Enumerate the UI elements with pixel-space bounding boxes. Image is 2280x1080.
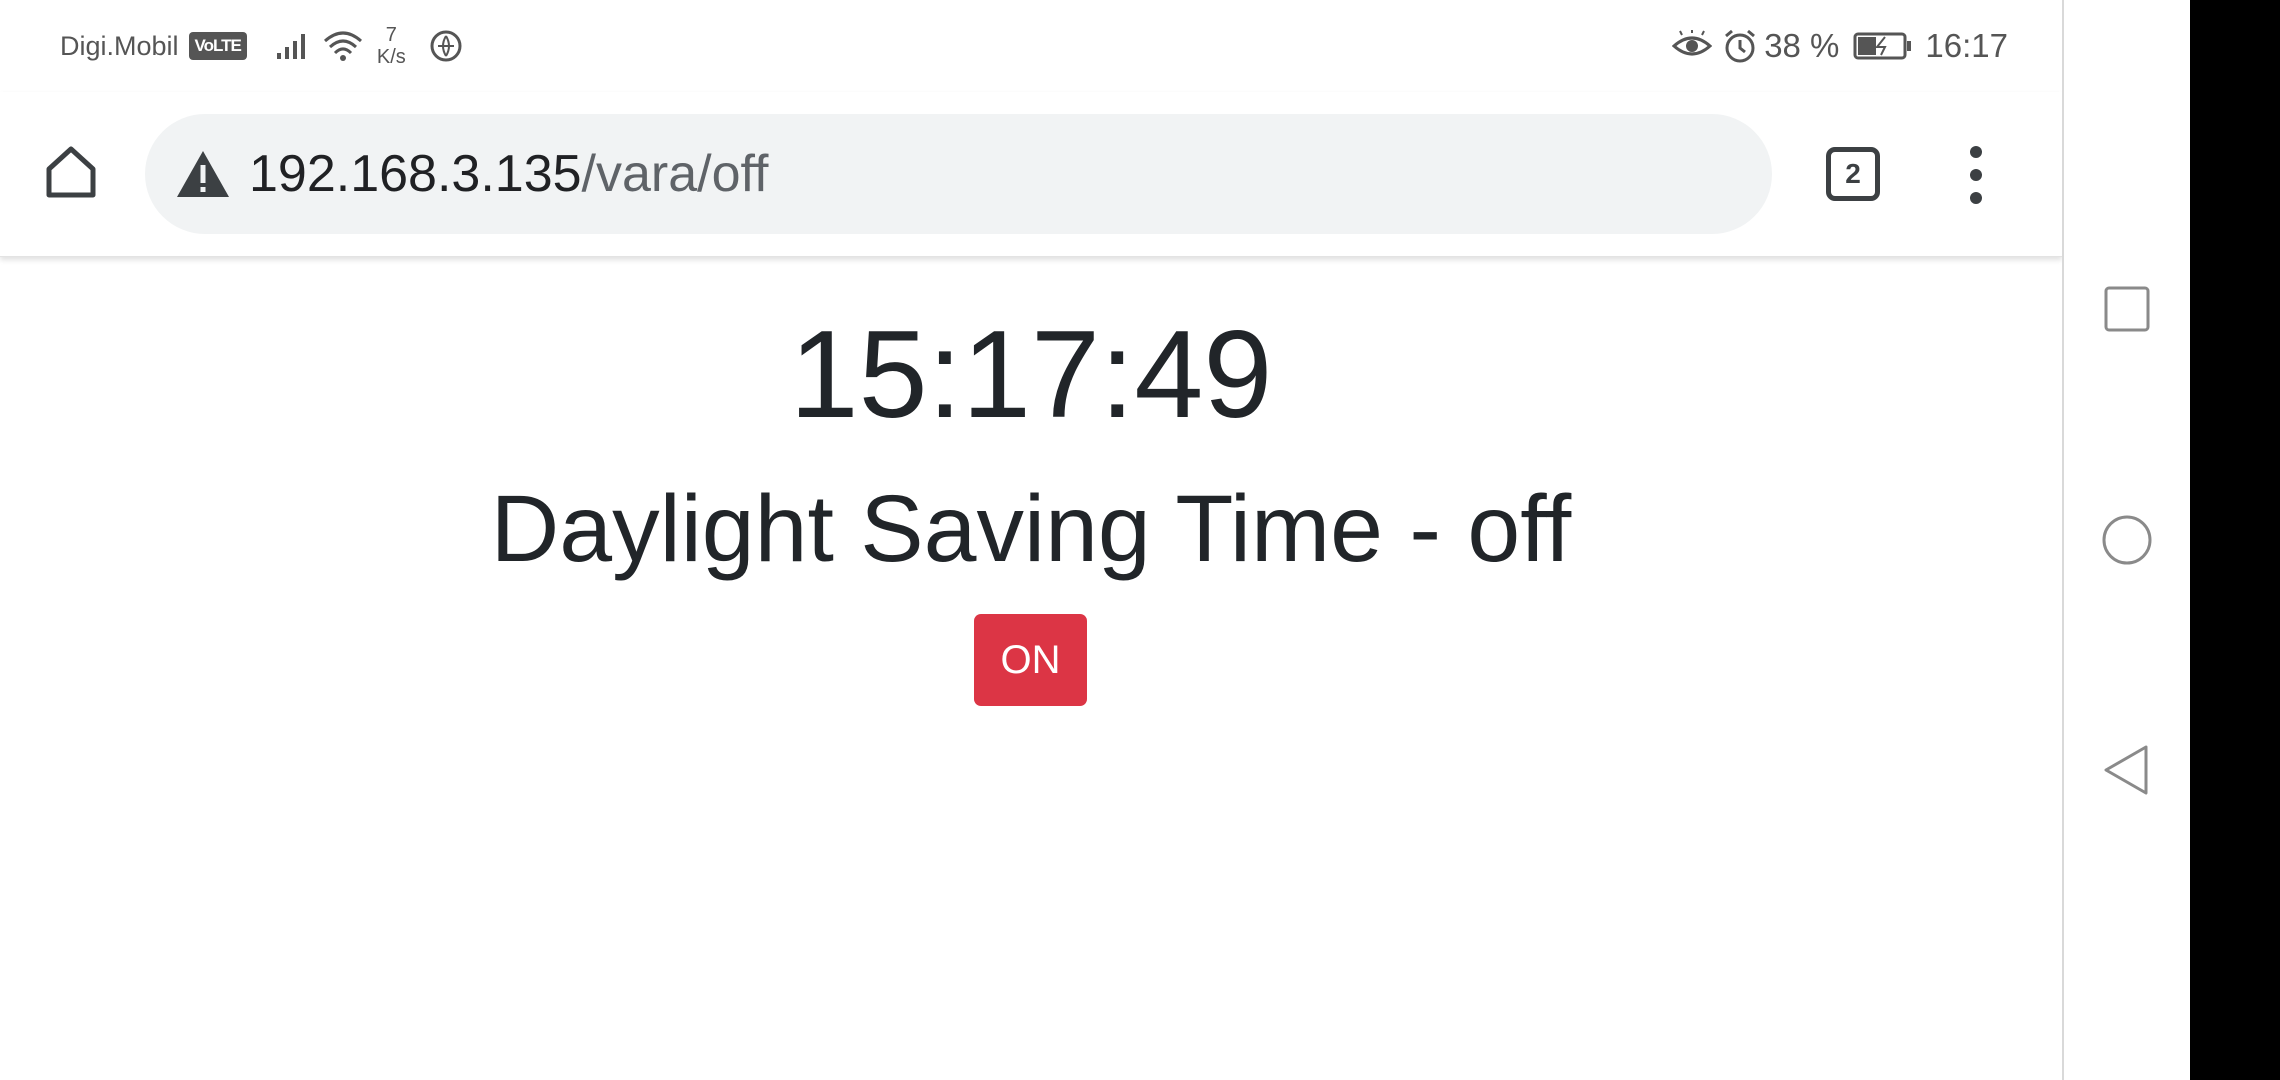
dst-heading: Daylight Saving Time - off (490, 476, 1572, 582)
browser-toolbar: 192.168.3.135/vara/off 2 (0, 92, 2062, 257)
browser-screen: Digi.Mobil VoLTE 7 K/s 38 % 16:17 192.16… (0, 0, 2062, 1080)
signal-icon (275, 31, 311, 61)
carrier-name: Digi.Mobil (60, 30, 179, 61)
back-button[interactable] (2094, 737, 2160, 803)
net-speed-value: 7 (385, 24, 397, 46)
home-circle-icon (2102, 515, 2152, 565)
home-nav-button[interactable] (2094, 507, 2160, 573)
navigation-bar (2062, 0, 2190, 1080)
menu-button[interactable] (1950, 140, 2000, 210)
clock-display: 15:17:49 (789, 306, 1273, 444)
status-bar: Digi.Mobil VoLTE 7 K/s 38 % 16:17 (0, 0, 2062, 92)
recent-apps-button[interactable] (2094, 276, 2160, 342)
url-path: /vara/off (581, 145, 769, 203)
battery-icon (1853, 31, 1913, 61)
tab-count: 2 (1845, 158, 1861, 189)
back-icon (2104, 745, 2148, 795)
address-bar[interactable]: 192.168.3.135/vara/off (145, 114, 1772, 234)
screen-edge (2190, 0, 2280, 1080)
alarm-icon (1722, 28, 1758, 64)
net-speed-unit: K/s (376, 46, 406, 68)
home-button[interactable] (36, 136, 106, 206)
status-time: 16:17 (1925, 27, 2008, 64)
menu-icon-dot (1970, 192, 1982, 204)
dst-on-button[interactable]: ON (974, 614, 1087, 706)
battery-percent: 38 % (1764, 27, 1840, 64)
recent-apps-icon (2104, 286, 2150, 332)
warning-icon[interactable] (175, 146, 231, 202)
vpn-icon (428, 28, 464, 64)
net-speed: 7 K/s (377, 24, 406, 68)
status-right: 38 % 16:17 (1662, 22, 2008, 70)
url-host: 192.168.3.135 (249, 145, 582, 203)
volte-badge: VoLTE (188, 32, 247, 60)
tab-switcher-button[interactable]: 2 (1826, 147, 1880, 201)
menu-icon (1970, 146, 1982, 158)
status-left: Digi.Mobil VoLTE 7 K/s (60, 22, 464, 70)
page-content: 15:17:49 Daylight Saving Time - off ON (0, 258, 2062, 1080)
wifi-icon (323, 29, 363, 63)
eye-comfort-icon (1672, 30, 1713, 62)
home-icon (46, 146, 96, 198)
menu-icon-dot (1970, 169, 1982, 181)
